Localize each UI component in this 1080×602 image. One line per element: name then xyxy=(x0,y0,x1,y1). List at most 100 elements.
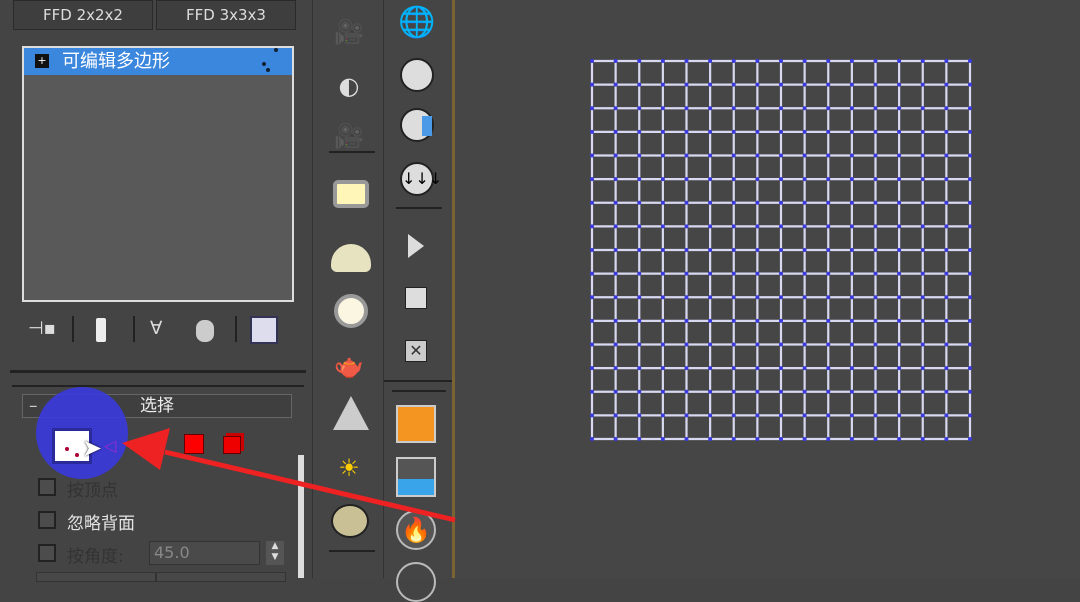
grid-vertex[interactable] xyxy=(637,295,642,300)
grid-vertex[interactable] xyxy=(731,248,736,252)
grid-vertex[interactable] xyxy=(826,224,831,229)
grid-vertex[interactable] xyxy=(920,342,925,347)
configure-modifier-sets-icon[interactable] xyxy=(250,316,278,344)
grid-vertex[interactable] xyxy=(684,437,689,441)
grid-vertex[interactable] xyxy=(968,366,972,371)
grid-vertex[interactable] xyxy=(637,106,642,111)
grid-vertex[interactable] xyxy=(708,106,713,111)
grid-vertex[interactable] xyxy=(755,318,760,323)
grid-vertex[interactable] xyxy=(944,342,949,347)
curve-sphere-icon[interactable] xyxy=(400,58,434,92)
grid-vertex[interactable] xyxy=(920,200,925,205)
grid-vertex[interactable] xyxy=(755,271,760,276)
grid-vertex[interactable] xyxy=(826,437,831,441)
grid-vertex[interactable] xyxy=(968,342,972,347)
close-box-icon[interactable]: ✕ xyxy=(405,340,427,362)
grid-vertex[interactable] xyxy=(590,59,594,63)
grid-vertex[interactable] xyxy=(684,59,689,63)
grid-vertex[interactable] xyxy=(590,342,594,347)
grid-vertex[interactable] xyxy=(802,248,807,252)
grid-vertex[interactable] xyxy=(897,389,902,394)
grid-vertex[interactable] xyxy=(779,106,783,111)
grid-vertex[interactable] xyxy=(849,342,854,347)
grid-vertex[interactable] xyxy=(849,389,854,394)
grid-vertex[interactable] xyxy=(590,437,594,441)
grid-vertex[interactable] xyxy=(613,318,618,323)
grid-vertex[interactable] xyxy=(755,106,760,111)
grid-vertex[interactable] xyxy=(802,59,807,63)
grid-vertex[interactable] xyxy=(613,389,618,394)
grid-vertex[interactable] xyxy=(637,248,642,252)
grid-vertex[interactable] xyxy=(637,342,642,347)
grid-vertex[interactable] xyxy=(590,153,594,158)
grid-vertex[interactable] xyxy=(944,366,949,371)
grid-vertex[interactable] xyxy=(684,342,689,347)
grid-vertex[interactable] xyxy=(755,248,760,252)
grid-vertex[interactable] xyxy=(944,437,949,441)
grid-vertex[interactable] xyxy=(590,366,594,371)
grid-vertex[interactable] xyxy=(944,129,949,134)
sphere-outline-icon[interactable] xyxy=(396,562,436,602)
grid-vertex[interactable] xyxy=(660,59,665,63)
grid-vertex[interactable] xyxy=(755,200,760,205)
grid-vertex[interactable] xyxy=(968,177,972,182)
grid-vertex[interactable] xyxy=(944,295,949,300)
grid-vertex[interactable] xyxy=(731,389,736,394)
grid-vertex[interactable] xyxy=(802,153,807,158)
grid-vertex[interactable] xyxy=(708,295,713,300)
grid-vertex[interactable] xyxy=(920,153,925,158)
modifier-stack-list[interactable]: + 可编辑多边形 xyxy=(22,46,294,302)
grid-vertex[interactable] xyxy=(731,129,736,134)
grid-vertex[interactable] xyxy=(731,342,736,347)
grid-vertex[interactable] xyxy=(920,295,925,300)
grid-vertex[interactable] xyxy=(897,248,902,252)
scrollbar[interactable] xyxy=(298,455,304,578)
grid-vertex[interactable] xyxy=(968,318,972,323)
grid-vertex[interactable] xyxy=(873,366,878,371)
grid-vertex[interactable] xyxy=(944,200,949,205)
grid-vertex[interactable] xyxy=(708,177,713,182)
grid-vertex[interactable] xyxy=(944,153,949,158)
sky-light-icon[interactable] xyxy=(331,504,369,538)
grid-vertex[interactable] xyxy=(802,437,807,441)
grid-vertex[interactable] xyxy=(708,318,713,323)
pin-stack-icon[interactable]: ⊣▪ xyxy=(28,318,56,339)
grid-vertex[interactable] xyxy=(968,153,972,158)
grid-vertex[interactable] xyxy=(660,389,665,394)
grid-vertex[interactable] xyxy=(637,318,642,323)
grid-vertex[interactable] xyxy=(637,224,642,229)
grid-vertex[interactable] xyxy=(731,177,736,182)
grid-vertex[interactable] xyxy=(897,295,902,300)
grid-vertex[interactable] xyxy=(731,59,736,63)
grid-vertex[interactable] xyxy=(968,82,972,87)
grid-vertex[interactable] xyxy=(920,389,925,394)
grid-vertex[interactable] xyxy=(590,248,594,252)
element-mode-icon[interactable] xyxy=(223,436,241,454)
grid-vertex[interactable] xyxy=(873,389,878,394)
grid-vertex[interactable] xyxy=(920,106,925,111)
grid-vertex[interactable] xyxy=(849,106,854,111)
grid-vertex[interactable] xyxy=(637,153,642,158)
teapot-icon[interactable]: 🫖 xyxy=(329,346,369,386)
building-icon[interactable] xyxy=(396,405,436,443)
grid-vertex[interactable] xyxy=(849,248,854,252)
grid-vertex[interactable] xyxy=(944,177,949,182)
grid-vertex[interactable] xyxy=(849,437,854,441)
grid-vertex[interactable] xyxy=(873,82,878,87)
grid-vertex[interactable] xyxy=(802,82,807,87)
cone-icon[interactable] xyxy=(333,396,369,430)
grow-button[interactable] xyxy=(156,572,286,582)
grid-vertex[interactable] xyxy=(590,224,594,229)
grid-vertex[interactable] xyxy=(613,82,618,87)
grid-vertex[interactable] xyxy=(590,389,594,394)
grid-vertex[interactable] xyxy=(708,248,713,252)
grid-vertex[interactable] xyxy=(708,342,713,347)
grid-vertex[interactable] xyxy=(708,59,713,63)
grid-vertex[interactable] xyxy=(708,271,713,276)
grid-vertex[interactable] xyxy=(660,224,665,229)
grid-vertex[interactable] xyxy=(708,82,713,87)
grid-vertex[interactable] xyxy=(660,106,665,111)
grid-vertex[interactable] xyxy=(731,200,736,205)
grid-vertex[interactable] xyxy=(613,248,618,252)
camera-red-icon[interactable]: 🎥 xyxy=(329,116,369,156)
